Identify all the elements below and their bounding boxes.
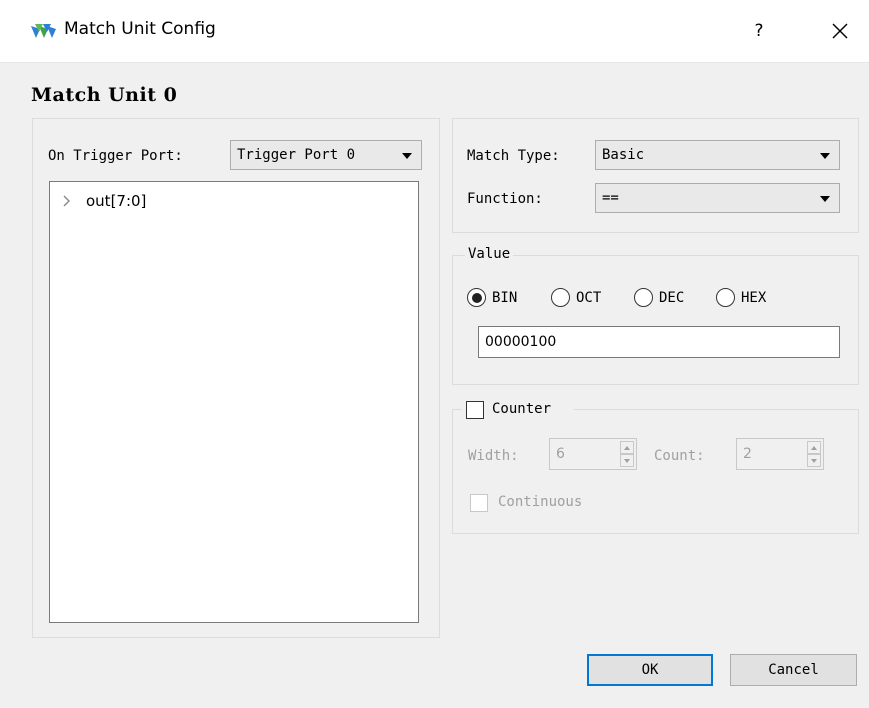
radio-hex[interactable]: HEX [716, 288, 766, 307]
value-input[interactable]: 00000100 [478, 326, 840, 358]
trigger-port-label: On Trigger Port: [48, 148, 183, 164]
radio-dec-label: DEC [659, 289, 685, 306]
count-label: Count: [654, 448, 705, 464]
radio-button[interactable] [634, 288, 653, 307]
continuous-checkbox[interactable] [470, 494, 488, 512]
ok-button[interactable]: OK [587, 654, 713, 686]
match-type-label: Match Type: [467, 148, 560, 164]
dropdown-arrow-icon [820, 153, 830, 159]
spin-up-button[interactable] [620, 441, 634, 454]
trigger-port-select[interactable]: Trigger Port 0 [230, 140, 422, 170]
value-group [452, 255, 859, 385]
count-spinbox[interactable]: 2 [736, 438, 824, 470]
radio-oct[interactable]: OCT [551, 288, 601, 307]
dropdown-arrow-icon [402, 153, 412, 159]
radio-bin[interactable]: BIN [467, 288, 517, 307]
title-bar: Match Unit Config ? [0, 0, 869, 63]
dropdown-arrow-icon [820, 196, 830, 202]
radio-button[interactable] [467, 288, 486, 307]
app-logo-icon [31, 24, 56, 38]
spin-down-button[interactable] [807, 454, 821, 467]
continuous-label: Continuous [498, 494, 583, 510]
radio-hex-label: HEX [741, 289, 767, 306]
function-label: Function: [467, 191, 543, 207]
match-type-select[interactable]: Basic [595, 140, 840, 170]
width-label: Width: [468, 448, 519, 464]
radio-dec[interactable]: DEC [634, 288, 684, 307]
function-select[interactable]: == [595, 183, 840, 213]
value-group-legend: Value [465, 246, 514, 262]
spin-up-button[interactable] [807, 441, 821, 454]
count-value: 2 [743, 446, 752, 462]
spin-down-button[interactable] [620, 454, 634, 467]
counter-group [452, 409, 859, 534]
trigger-port-value: Trigger Port 0 [237, 147, 356, 163]
close-icon [832, 23, 848, 39]
chevron-right-icon[interactable] [60, 194, 74, 208]
arrow-down-icon [624, 458, 630, 463]
arrow-up-icon [624, 445, 630, 450]
signal-tree[interactable]: out[7:0] [49, 181, 419, 623]
radio-bin-label: BIN [492, 289, 518, 306]
help-button[interactable]: ? [742, 14, 776, 48]
counter-checkbox[interactable] [466, 401, 484, 419]
function-value: == [602, 190, 619, 206]
arrow-down-icon [811, 458, 817, 463]
window-title: Match Unit Config [64, 19, 216, 39]
match-settings-group [452, 118, 859, 233]
radio-oct-label: OCT [576, 289, 602, 306]
radio-button[interactable] [551, 288, 570, 307]
match-type-value: Basic [602, 147, 645, 163]
tree-item-label: out[7:0] [86, 192, 147, 210]
cancel-button[interactable]: Cancel [730, 654, 857, 686]
close-button[interactable] [823, 14, 857, 48]
radio-button[interactable] [716, 288, 735, 307]
width-spinbox[interactable]: 6 [549, 438, 637, 470]
counter-label: Counter [492, 401, 552, 417]
match-unit-heading: Match Unit 0 [31, 84, 178, 106]
arrow-up-icon [811, 445, 817, 450]
tree-item[interactable]: out[7:0] [60, 192, 146, 210]
width-value: 6 [556, 446, 565, 462]
